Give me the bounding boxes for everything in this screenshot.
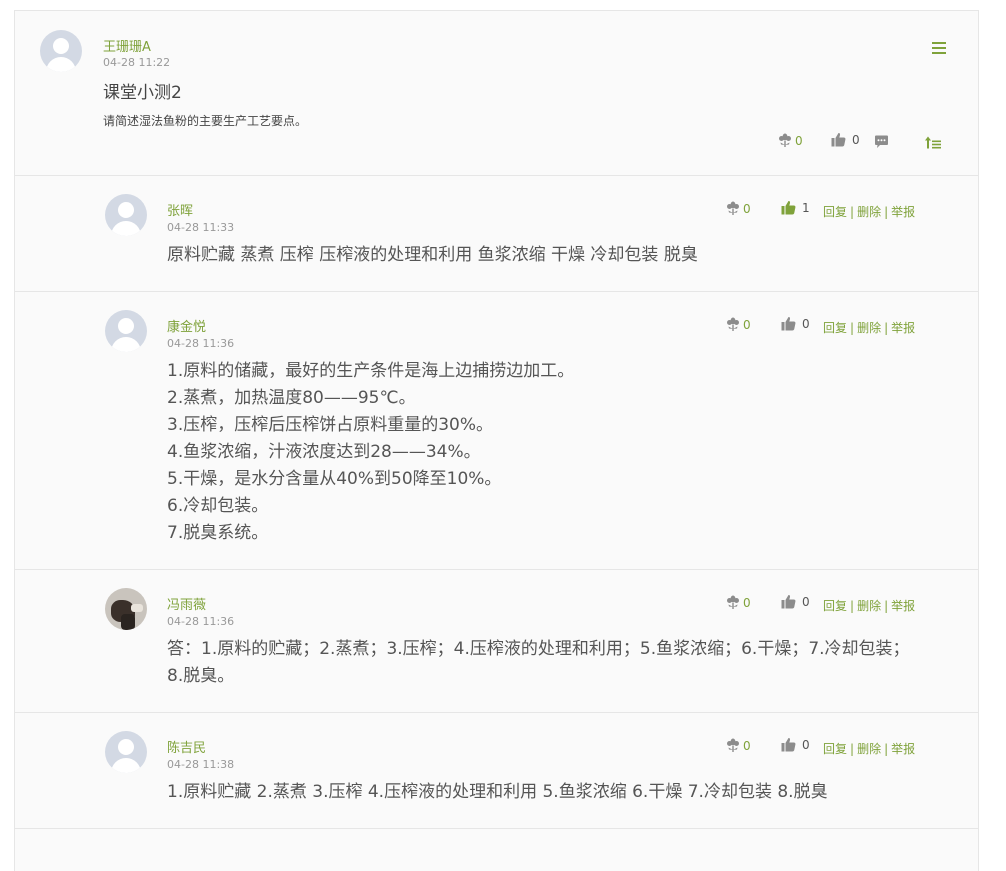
avatar[interactable]	[105, 310, 147, 352]
reply-time: 04-28 11:36	[167, 615, 235, 628]
delete-link[interactable]: 删除	[857, 742, 881, 756]
avatar[interactable]	[40, 30, 82, 72]
sort-top-icon	[925, 136, 941, 149]
like-button[interactable]: 0	[831, 132, 860, 147]
reply-line: 1.原料的储藏，最好的生产条件是海上边捕捞边加工。	[167, 361, 575, 381]
reply-item: 冯雨薇 04-28 11:36 答：1.原料的贮藏；2.蒸煮；3.压榨；4.压榨…	[15, 570, 978, 713]
like-button[interactable]: 0	[781, 594, 810, 609]
reply-line: 2.蒸煮，加热温度80——95℃。	[167, 388, 416, 408]
delete-link[interactable]: 删除	[857, 321, 881, 335]
reply-time: 04-28 11:38	[167, 758, 235, 771]
like-count: 0	[802, 594, 810, 609]
reply-link[interactable]: 回复	[823, 205, 847, 219]
flower-icon	[726, 738, 740, 753]
reply-content: 答：1.原料的贮藏；2.蒸煮；3.压榨；4.压榨液的处理和利用；5.鱼浆浓缩；6…	[167, 636, 910, 690]
reply-content: 原料贮藏 蒸煮 压榨 压榨液的处理和利用 鱼浆浓缩 干燥 冷却包装 脱臭	[167, 242, 698, 269]
flower-count: 0	[795, 133, 803, 148]
delete-link[interactable]: 删除	[857, 205, 881, 219]
sort-top-button[interactable]	[925, 136, 941, 149]
post-description: 请简述湿法鱼粉的主要生产工艺要点。	[103, 114, 308, 128]
reply-item: 康金悦 04-28 11:36 1.原料的储藏，最好的生产条件是海上边捕捞边加工…	[15, 292, 978, 570]
flower-count: 0	[743, 595, 751, 610]
reply-link[interactable]: 回复	[823, 599, 847, 613]
flower-button[interactable]: 0	[778, 133, 803, 148]
flower-icon	[726, 595, 740, 610]
like-count: 1	[802, 200, 810, 215]
post-time: 04-28 11:22	[103, 56, 171, 69]
reply-line: 8.脱臭。	[167, 666, 235, 686]
like-button[interactable]: 0	[781, 737, 810, 752]
reply-time: 04-28 11:36	[167, 337, 235, 350]
reply-actions: 回复 | 删除 | 举报	[823, 742, 916, 756]
flower-icon	[726, 201, 740, 216]
author-name[interactable]: 王珊珊A	[103, 36, 151, 55]
like-button[interactable]: 0	[781, 316, 810, 331]
avatar[interactable]	[105, 588, 147, 630]
flower-button[interactable]: 0	[726, 317, 751, 332]
discussion-panel: 王珊珊A 04-28 11:22 课堂小测2 请简述湿法鱼粉的主要生产工艺要点。…	[14, 10, 979, 871]
reply-line: 4.鱼浆浓缩，汁液浓度达到28——34%。	[167, 442, 481, 462]
flower-icon	[778, 133, 792, 148]
reply-link[interactable]: 回复	[823, 321, 847, 335]
reply-content: 1.原料的储藏，最好的生产条件是海上边捕捞边加工。 2.蒸煮，加热温度80——9…	[167, 358, 574, 547]
report-link[interactable]: 举报	[891, 599, 915, 613]
author-name[interactable]: 张晖	[167, 200, 193, 219]
like-count: 0	[802, 737, 810, 752]
reply-actions: 回复 | 删除 | 举报	[823, 205, 916, 219]
like-button[interactable]: 1	[781, 200, 810, 215]
flower-button[interactable]: 0	[726, 201, 751, 216]
thumbs-up-icon	[781, 594, 796, 609]
reply-item: 张晖 04-28 11:33 原料贮藏 蒸煮 压榨 压榨液的处理和利用 鱼浆浓缩…	[15, 176, 978, 292]
post-title: 课堂小测2	[103, 83, 182, 103]
report-link[interactable]: 举报	[891, 742, 915, 756]
reply-line: 1.原料贮藏 2.蒸煮 3.压榨 4.压榨液的处理和利用 5.鱼浆浓缩 6.干燥…	[167, 782, 828, 802]
flower-count: 0	[743, 201, 751, 216]
like-count: 0	[802, 316, 810, 331]
reply-line: 3.压榨，压榨后压榨饼占原料重量的30%。	[167, 415, 494, 435]
avatar[interactable]	[105, 194, 147, 236]
comment-button[interactable]	[874, 135, 889, 149]
flower-icon	[726, 317, 740, 332]
reply-link[interactable]: 回复	[823, 742, 847, 756]
menu-icon[interactable]	[932, 42, 946, 54]
reply-actions: 回复 | 删除 | 举报	[823, 599, 916, 613]
report-link[interactable]: 举报	[891, 205, 915, 219]
like-count: 0	[852, 132, 860, 147]
flower-count: 0	[743, 317, 751, 332]
thumbs-up-icon	[781, 316, 796, 331]
author-name[interactable]: 康金悦	[167, 316, 206, 335]
reply-line: 6.冷却包装。	[167, 496, 269, 516]
thumbs-up-icon	[831, 132, 846, 147]
flower-count: 0	[743, 738, 751, 753]
flower-button[interactable]: 0	[726, 595, 751, 610]
reply-time: 04-28 11:33	[167, 221, 235, 234]
flower-button[interactable]: 0	[726, 738, 751, 753]
reply-content: 1.原料贮藏 2.蒸煮 3.压榨 4.压榨液的处理和利用 5.鱼浆浓缩 6.干燥…	[167, 779, 828, 806]
original-post: 王珊珊A 04-28 11:22 课堂小测2 请简述湿法鱼粉的主要生产工艺要点。…	[15, 11, 978, 176]
avatar[interactable]	[105, 731, 147, 773]
author-name[interactable]: 冯雨薇	[167, 594, 206, 613]
reply-line: 答：1.原料的贮藏；2.蒸煮；3.压榨；4.压榨液的处理和利用；5.鱼浆浓缩；6…	[167, 639, 910, 659]
comment-icon	[874, 135, 889, 149]
reply-line: 5.干燥，是水分含量从40%到50降至10%。	[167, 469, 502, 489]
author-name[interactable]: 陈吉民	[167, 737, 206, 756]
report-link[interactable]: 举报	[891, 321, 915, 335]
thumbs-up-icon	[781, 200, 796, 215]
reply-line: 7.脱臭系统。	[167, 523, 269, 543]
reply-item: 陈吉民 04-28 11:38 1.原料贮藏 2.蒸煮 3.压榨 4.压榨液的处…	[15, 713, 978, 829]
reply-line: 原料贮藏 蒸煮 压榨 压榨液的处理和利用 鱼浆浓缩 干燥 冷却包装 脱臭	[167, 245, 698, 265]
reply-actions: 回复 | 删除 | 举报	[823, 321, 916, 335]
thumbs-up-icon	[781, 737, 796, 752]
delete-link[interactable]: 删除	[857, 599, 881, 613]
